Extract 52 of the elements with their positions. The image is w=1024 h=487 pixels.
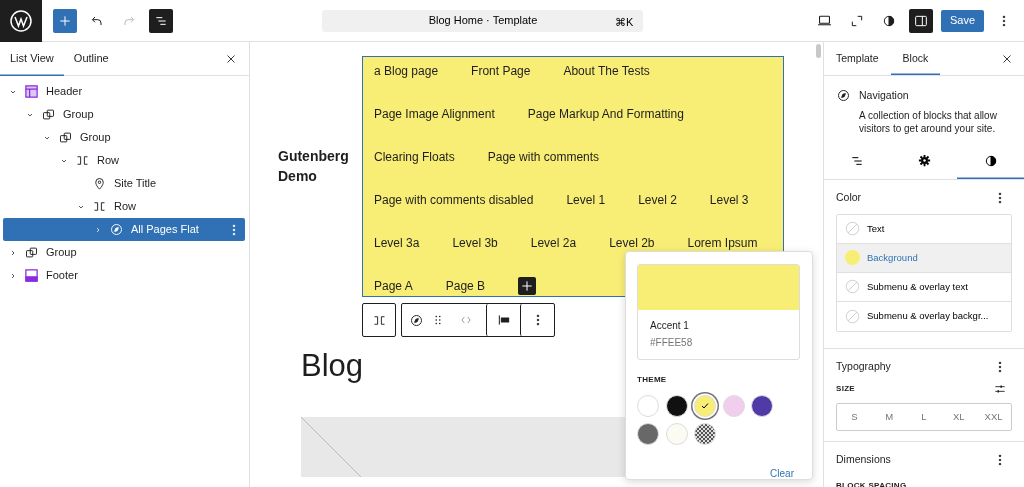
panel-tab[interactable]: List View: [0, 41, 64, 76]
section-title: Dimensions: [836, 451, 891, 467]
tree-item[interactable]: All Pages Flat: [3, 218, 245, 241]
navigation-link[interactable]: a Blog page: [374, 57, 439, 85]
navigation-link[interactable]: Clearing Floats: [374, 143, 455, 171]
shortcut-label: ⌘K: [615, 14, 634, 30]
block-description: A collection of blocks that allow visitors to get around your site.: [859, 108, 998, 135]
navigation-link[interactable]: Page B: [445, 272, 486, 300]
navigation-link[interactable]: Front Page: [471, 57, 531, 85]
size-option[interactable]: XXL: [976, 403, 1011, 430]
size-option[interactable]: M: [871, 403, 907, 430]
command-bar[interactable]: Blog Home · Template ⌘K: [322, 9, 644, 32]
block-spacing-label: BLOCK SPACING: [836, 479, 908, 487]
tree-item[interactable]: Group: [3, 126, 245, 149]
navigation-link[interactable]: Level 3b: [452, 229, 498, 257]
tree-item[interactable]: Footer: [3, 264, 245, 287]
navigation-link[interactable]: Level 3: [709, 186, 749, 214]
navigation-link[interactable]: Level 3a: [374, 229, 420, 257]
site-title: Gutenberg Demo: [277, 147, 350, 186]
size-option[interactable]: XL: [941, 403, 977, 430]
navigation-link[interactable]: Page Image Alignment: [374, 100, 495, 128]
size-label: SIZE: [836, 382, 855, 395]
tree-item[interactable]: Header: [3, 80, 245, 103]
size-option[interactable]: S: [837, 403, 872, 430]
section-label: THEME: [637, 374, 668, 386]
tree-item[interactable]: Row: [3, 195, 245, 218]
section-title: Typography: [836, 358, 891, 374]
tree-item[interactable]: Row: [3, 149, 245, 172]
clear-button[interactable]: Clear: [764, 465, 800, 482]
tree-item[interactable]: Group: [3, 103, 245, 126]
block-title: Navigation: [859, 88, 910, 103]
navigation-link[interactable]: Level 2a: [530, 229, 577, 257]
navigation-link[interactable]: Page A: [374, 272, 413, 300]
navigation-link[interactable]: About The Tests: [563, 57, 650, 85]
color-name: Accent 1: [649, 319, 690, 333]
color-setting[interactable]: Text: [837, 214, 1011, 244]
panel-tab[interactable]: Block: [890, 42, 941, 75]
color-setting[interactable]: Background: [837, 243, 1011, 273]
page-heading: Blog: [301, 347, 364, 385]
navigation-link[interactable]: Level 2: [638, 186, 677, 214]
section-title: Color: [836, 189, 862, 205]
tree-item[interactable]: Group: [3, 241, 245, 264]
size-option[interactable]: L: [906, 403, 942, 430]
tree-item[interactable]: Site Title: [3, 172, 245, 195]
save-button[interactable]: Save: [940, 9, 984, 32]
navigation-link[interactable]: Level 1: [566, 186, 606, 214]
color-value: #FFEE58: [649, 336, 694, 350]
navigation-link[interactable]: Page with comments: [487, 143, 600, 171]
navigation-link[interactable]: Page with comments disabled: [374, 186, 534, 214]
panel-tab[interactable]: Outline: [63, 41, 119, 76]
navigation-link[interactable]: Page Markup And Formatting: [527, 100, 684, 128]
panel-tab[interactable]: Template: [824, 42, 891, 75]
